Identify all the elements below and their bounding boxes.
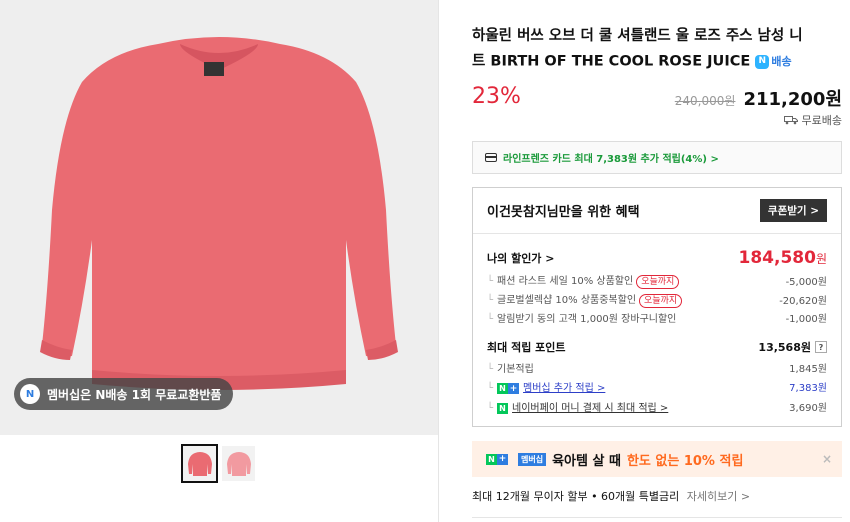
price-group: 240,000원 211,200원	[675, 85, 842, 111]
product-title: 하울린 버쓰 오브 더 쿨 셔틀랜드 울 로즈 주스 남성 니 트 BIRTH …	[472, 24, 842, 75]
n-delivery-icon: N	[20, 384, 40, 404]
product-title-line1: 하울린 버쓰 오브 더 쿨 셔틀랜드 울 로즈 주스 남성 니	[472, 28, 803, 44]
sale-price: 211,200원	[743, 89, 842, 110]
product-title-line2: 트 BIRTH OF THE COOL ROSE JUICE	[472, 53, 751, 70]
thumbnail-1[interactable]	[181, 444, 218, 483]
discount-value: -5,000원	[785, 277, 827, 288]
naver-plus-icon: N +	[486, 453, 508, 465]
installment-info: 최대 12개월 무이자 할부 • 60개월 특별금리 자세히보기 >	[472, 488, 750, 504]
vertical-divider	[438, 0, 439, 522]
points-row: └ 기본적립 1,845원	[487, 360, 827, 375]
n-delivery-badge: N 배송	[755, 49, 792, 74]
free-shipping: 무료배송	[783, 112, 842, 128]
points-row: └ N + 멤버십 추가 적립 > 7,383원	[487, 379, 827, 394]
benefit-header: 이건못참지님만을 위한 혜택 쿠폰받기 >	[473, 188, 841, 234]
free-shipping-label: 무료배송	[801, 114, 842, 127]
divider	[472, 517, 842, 518]
thumbnail-sweater-icon	[187, 451, 212, 476]
discount-row: └ 글로벌셀렉샵 10% 상품중복할인 오늘까지 -20,620원	[487, 291, 827, 308]
discount-value: -1,000원	[785, 314, 827, 325]
today-only-badge: 오늘까지	[639, 294, 683, 308]
sweater-image	[40, 37, 398, 390]
membership-points-link[interactable]: 멤버십 추가 적립 >	[523, 383, 605, 394]
thumbnail-sweater-icon	[226, 451, 251, 476]
n-icon: N	[755, 54, 770, 69]
points-row-value: 3,690원	[789, 403, 827, 414]
promo-banner[interactable]: N + 멤버십 육아템 살 때 한도 없는 10% 적립 ×	[472, 441, 842, 477]
truck-icon	[783, 116, 798, 125]
my-price: 184,580원	[738, 248, 827, 268]
discount-rate: 23%	[472, 84, 521, 109]
naver-pay-icon: N	[497, 403, 509, 414]
promo-text: 육아템 살 때	[552, 453, 621, 469]
thumbnail-2[interactable]	[222, 446, 255, 481]
close-icon[interactable]: ×	[822, 452, 832, 466]
more-details-link[interactable]: 자세히보기 >	[687, 490, 750, 503]
installment-text: 최대 12개월 무이자 할부 • 60개월 특별금리	[472, 490, 680, 503]
original-price: 240,000원	[674, 94, 736, 108]
points-value: 13,568원?	[758, 339, 827, 355]
benefit-title: 이건못참지님만을 위한 혜택	[487, 205, 640, 220]
discount-value: -20,620원	[779, 296, 827, 307]
my-price-label[interactable]: 나의 할인가 >	[487, 250, 554, 266]
naverpay-points-link[interactable]: 네이버페이 머니 결제 시 최대 적립 >	[512, 403, 668, 414]
product-main-image[interactable]: N 멤버십은 N배송 1회 무료교환반품	[0, 0, 438, 435]
today-only-badge: 오늘까지	[636, 275, 680, 289]
credit-card-icon	[485, 153, 497, 162]
discount-row: └ 알림받기 동의 고객 1,000원 장바구니할인 -1,000원	[487, 310, 827, 325]
my-price-row[interactable]: 나의 할인가 > 184,580원	[487, 248, 827, 268]
card-promo-text: 라인프렌즈 카드 최대 7,383원 추가 적립(4%) >	[503, 154, 719, 165]
coupon-button[interactable]: 쿠폰받기 >	[759, 199, 827, 222]
points-label: 최대 적립 포인트	[487, 341, 566, 354]
promo-highlight: 한도 없는 10% 적립	[626, 453, 744, 469]
points-header-row: 최대 적립 포인트 13,568원?	[487, 339, 827, 355]
points-row: └ N 네이버페이 머니 결제 시 최대 적립 > 3,690원	[487, 399, 827, 414]
discount-row: └ 패션 라스트 세일 10% 상품할인 오늘까지 -5,000원	[487, 272, 827, 289]
naver-membership-icon: N +	[497, 383, 520, 394]
benefit-box: 이건못참지님만을 위한 혜택 쿠폰받기 > 나의 할인가 > 184,580원 …	[472, 187, 842, 427]
membership-shipping-pill: N 멤버십은 N배송 1회 무료교환반품	[14, 378, 234, 410]
points-row-value: 7,383원	[789, 383, 827, 394]
points-row-value: 1,845원	[789, 364, 827, 375]
membership-pill-text: 멤버십은 N배송 1회 무료교환반품	[47, 387, 222, 402]
product-gallery: N 멤버십은 N배송 1회 무료교환반품	[0, 0, 438, 522]
card-promo-banner[interactable]: 라인프렌즈 카드 최대 7,383원 추가 적립(4%) >	[472, 141, 842, 174]
help-icon[interactable]: ?	[815, 341, 827, 353]
thumbnail-list	[181, 444, 255, 483]
membership-tag: 멤버십	[518, 452, 547, 466]
